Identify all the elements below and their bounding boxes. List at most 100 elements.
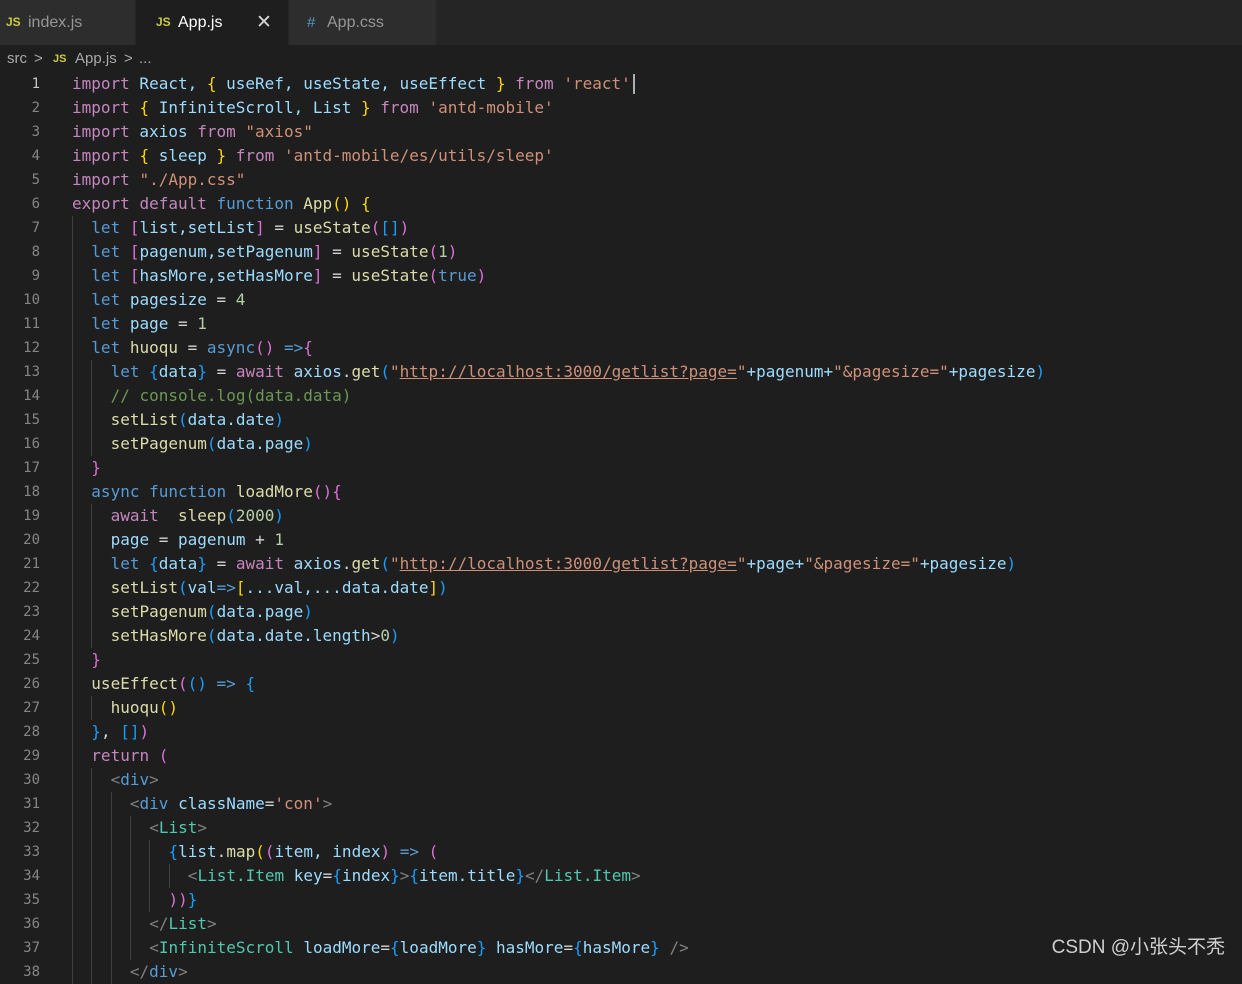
tab-app-js[interactable]: JS App.js ✕ (136, 0, 288, 45)
code-token: "./App.css" (139, 170, 246, 189)
code-token: from (235, 146, 275, 165)
code-line[interactable]: <List.Item key={index}>{item.title}</Lis… (188, 864, 641, 888)
line-number: 27 (23, 700, 40, 716)
code-token: ( (428, 242, 439, 261)
code-token: index (341, 866, 391, 885)
line-number: 25 (23, 652, 40, 668)
line-number: 36 (23, 916, 40, 932)
code-line[interactable]: import React, { useRef, useState, useEff… (72, 72, 631, 96)
indent-guide (72, 624, 73, 648)
indent-guide (72, 744, 73, 768)
indent-guide (72, 720, 73, 744)
line-number: 7 (31, 220, 40, 236)
code-line[interactable]: import axios from "axios" (72, 120, 313, 144)
tab-app-css[interactable]: # App.css (289, 0, 436, 45)
code-line[interactable]: let [pagenum,setPagenum] = useState(1) (91, 240, 457, 264)
code-line[interactable]: } (91, 456, 101, 480)
code-line[interactable]: import "./App.css" (72, 168, 245, 192)
code-line[interactable]: let [hasMore,setHasMore] = useState(true… (91, 264, 486, 288)
code-token: http://localhost:3000/getlist?page= (399, 554, 737, 573)
indent-guide (72, 216, 73, 240)
code-editor[interactable]: 1 2 3 4 5 6 7 8 9 10 11 12 13 14 15 16 17 18 19 20 21 22 23 24 2… (0, 72, 1242, 984)
code-token: setPagenum (110, 434, 207, 453)
breadcrumb-more[interactable]: ... (139, 50, 152, 67)
code-token: ...val,...data.date (245, 578, 429, 597)
code-line[interactable]: <InfiniteScroll loadMore={loadMore} hasM… (149, 936, 689, 960)
code-token: loadMore (235, 482, 313, 501)
code-token: ) (274, 506, 285, 525)
code-line[interactable]: } (91, 648, 101, 672)
code-line[interactable]: setList(val=>[...val,...data.date]) (111, 576, 448, 600)
code-token: ) (380, 842, 391, 861)
indent-guide (129, 864, 131, 888)
close-icon[interactable]: ✕ (256, 0, 272, 45)
tab-label: App.js (178, 14, 223, 31)
code-line[interactable]: </List> (149, 912, 216, 936)
code-line[interactable]: setPagenum(data.page) (111, 600, 313, 624)
indent-guide (110, 888, 112, 912)
code-token: InfiniteScroll (158, 938, 294, 957)
code-line[interactable]: export default function App() { (72, 192, 371, 216)
code-line[interactable]: huoqu() (111, 696, 178, 720)
code-token: { (332, 866, 342, 885)
tab-index-js[interactable]: JS index.js (0, 0, 136, 45)
code-line[interactable]: let huoqu = async() =>{ (91, 336, 313, 360)
code-line[interactable]: let {data} = await axios.get("http://loc… (111, 552, 1017, 576)
code-token: ] (312, 242, 323, 261)
code-token: huoqu (110, 698, 159, 717)
code-token: loadMore (293, 938, 381, 957)
indent-guide (149, 864, 151, 888)
code-token: [] (380, 218, 400, 237)
indent-guide (91, 936, 93, 960)
indent-guide (91, 840, 93, 864)
code-line[interactable]: // console.log(data.data) (111, 384, 352, 408)
code-line[interactable]: }, []) (91, 720, 149, 744)
code-line[interactable]: ))} (169, 888, 198, 912)
code-token: 1 (197, 314, 207, 333)
code-line[interactable]: import { InfiniteScroll, List } from 'an… (72, 96, 554, 120)
code-line[interactable]: setPagenum(data.page) (111, 432, 313, 456)
chevron-right-icon: > (34, 50, 43, 67)
code-line[interactable]: setList(data.date) (111, 408, 284, 432)
code-token: data.date.length (216, 626, 371, 645)
code-token: { (206, 74, 217, 93)
code-token: let (91, 290, 121, 309)
code-line[interactable]: let [list,setList] = useState([]) (91, 216, 409, 240)
code-line[interactable]: page = pagenum + 1 (111, 528, 284, 552)
code-line[interactable]: setHasMore(data.date.length>0) (111, 624, 400, 648)
tab-label: App.css (327, 14, 384, 31)
code-line[interactable]: let {data} = await axios.get("http://loc… (111, 360, 1046, 384)
line-number: 23 (23, 604, 40, 620)
code-token: ( (428, 842, 439, 861)
editor-tab-bar: JS index.js JS App.js ✕ # App.css (0, 0, 1242, 45)
code-line[interactable]: await sleep(2000) (111, 504, 284, 528)
indent-guide (110, 960, 112, 984)
indent-guide (91, 504, 93, 528)
line-number: 19 (23, 508, 40, 524)
code-token: } (361, 98, 371, 117)
code-line[interactable]: {list.map((item, index) => ( (169, 840, 439, 864)
code-line[interactable]: <List> (149, 816, 207, 840)
code-line[interactable]: let pagesize = 4 (91, 288, 245, 312)
code-line[interactable]: import { sleep } from 'antd-mobile/es/ut… (72, 144, 554, 168)
code-line[interactable]: return ( (91, 744, 168, 768)
code-line[interactable]: async function loadMore(){ (91, 480, 341, 504)
code-token: import (72, 170, 130, 189)
code-token: React, (129, 74, 207, 93)
breadcrumb-file[interactable]: App.js (75, 50, 117, 67)
code-line[interactable]: </div> (130, 960, 188, 984)
code-line[interactable]: <div> (111, 768, 159, 792)
code-line[interactable]: <div className='con'> (130, 792, 332, 816)
code-token: let (91, 218, 121, 237)
breadcrumb-folder[interactable]: src (7, 50, 27, 67)
code-token: ( (370, 218, 381, 237)
code-line[interactable]: useEffect(() => { (91, 672, 255, 696)
code-line[interactable]: let page = 1 (91, 312, 207, 336)
code-token: </ (525, 866, 545, 885)
